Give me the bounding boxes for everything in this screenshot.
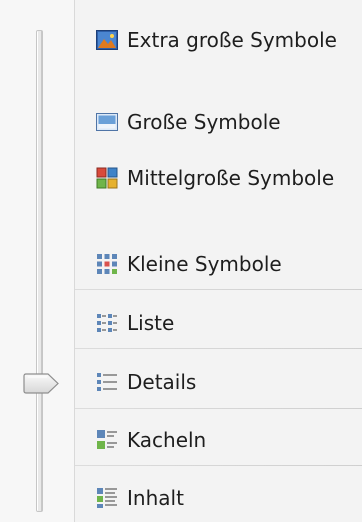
menu-item-label: Liste [127,311,175,335]
menu-item-label: Inhalt [127,486,184,510]
menu-divider [75,348,362,349]
menu-item-small-icons[interactable]: Kleine Symbole [95,244,362,284]
menu-item-medium-icons[interactable]: Mittelgroße Symbole [95,158,362,198]
view-size-slider-track[interactable] [36,30,43,512]
menu-item-large-icons[interactable]: Große Symbole [95,102,362,142]
small-icons-icon [95,252,119,276]
menu-divider [75,289,362,290]
menu-item-label: Kacheln [127,428,207,452]
menu-item-label: Kleine Symbole [127,252,282,276]
details-view-icon [95,370,119,394]
tiles-view-icon [95,428,119,452]
extra-large-icons-icon [95,28,119,52]
menu-item-label: Details [127,370,197,394]
view-options-menu: Extra große Symbole Große Symbole Mittel… [0,0,362,522]
list-view-icon [95,311,119,335]
large-icons-icon [95,110,119,134]
content-view-icon [95,486,119,510]
menu-item-label: Extra große Symbole [127,28,337,52]
menu-divider [75,408,362,409]
menu-item-content[interactable]: Inhalt [95,478,362,518]
medium-icons-icon [95,166,119,190]
menu-item-tiles[interactable]: Kacheln [95,420,362,460]
menu-item-label: Große Symbole [127,110,281,134]
menu-item-details[interactable]: Details [95,362,362,402]
menu-item-extra-large-icons[interactable]: Extra große Symbole [95,20,362,60]
view-size-slider-thumb[interactable] [22,373,60,394]
menu-divider [75,465,362,466]
menu-item-label: Mittelgroße Symbole [127,166,335,190]
menu-item-list[interactable]: Liste [95,303,362,343]
